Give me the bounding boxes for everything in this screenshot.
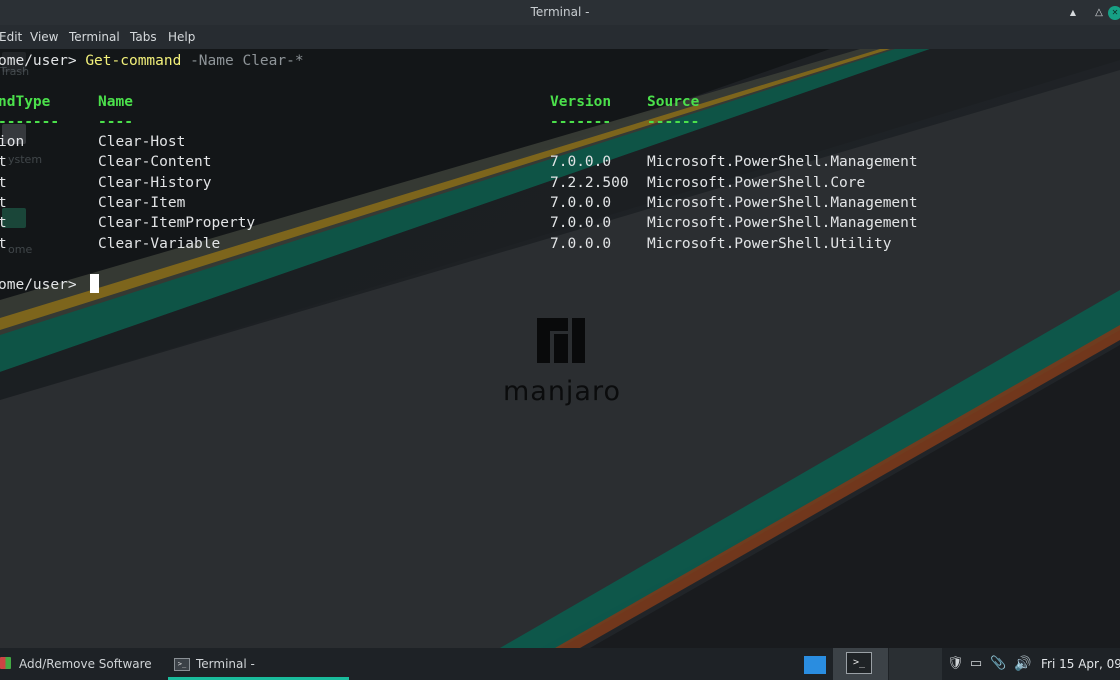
row-version: 7.0.0.0 — [550, 236, 612, 252]
menu-bar: Edit View Terminal Tabs Help — [0, 25, 1120, 49]
header-commandtype: ndType — [0, 94, 51, 110]
row-name: Clear-History — [98, 175, 212, 191]
minimize-icon[interactable]: ▲ — [1062, 0, 1084, 25]
row-source: Microsoft.PowerShell.Management — [647, 154, 918, 170]
maximize-icon[interactable]: △ — [1088, 0, 1110, 25]
row-type: t — [0, 236, 7, 252]
row-version: 7.2.2.500 — [550, 175, 629, 191]
header-version: Version — [550, 94, 612, 110]
command-line: ome/user> Get-command -Name Clear-* — [0, 51, 304, 71]
header-name: Name — [98, 94, 133, 110]
task-label: Add/Remove Software — [19, 657, 152, 671]
underline-name: ---- — [98, 114, 133, 130]
close-icon[interactable]: ✕ — [1108, 6, 1120, 20]
software-icon — [0, 657, 11, 669]
taskbar: Add/Remove Software >_ Terminal - >_ 🛡 ▭… — [0, 648, 1120, 680]
row-version: 7.0.0.0 — [550, 195, 612, 211]
workspace-1[interactable] — [804, 656, 826, 674]
menu-help[interactable]: Help — [168, 25, 195, 49]
row-name: Clear-Content — [98, 154, 212, 170]
menu-tabs[interactable]: Tabs — [130, 25, 157, 49]
row-source: Microsoft.PowerShell.Utility — [647, 236, 892, 252]
workspace-3[interactable] — [889, 648, 942, 680]
volume-icon[interactable]: 🔊 — [1013, 648, 1033, 680]
workspace-2[interactable]: >_ — [833, 648, 888, 680]
row-type: t — [0, 154, 7, 170]
terminal-icon: >_ — [174, 658, 190, 671]
menu-view[interactable]: View — [30, 25, 58, 49]
row-source: Microsoft.PowerShell.Management — [647, 215, 918, 231]
window-titlebar[interactable]: Terminal - ▲ △ ✕ — [0, 0, 1120, 25]
row-version: 7.0.0.0 — [550, 215, 612, 231]
shield-icon[interactable]: 🛡 — [947, 648, 964, 680]
final-prompt: ome/user> — [0, 277, 86, 293]
terminal-icon: >_ — [846, 652, 872, 674]
menu-edit[interactable]: Edit — [0, 25, 22, 49]
row-type: ion — [0, 134, 25, 150]
row-source: Microsoft.PowerShell.Core — [647, 175, 866, 191]
clock[interactable]: Fri 15 Apr, 09: — [1041, 648, 1120, 680]
task-add-remove-software[interactable]: Add/Remove Software — [0, 648, 160, 680]
paperclip-icon[interactable]: 📎 — [990, 648, 1006, 680]
terminal-area[interactable]: ome/user> Get-command -Name Clear-* ndTy… — [0, 49, 1120, 649]
row-source: Microsoft.PowerShell.Management — [647, 195, 918, 211]
header-source: Source — [647, 94, 700, 110]
row-type: t — [0, 175, 7, 191]
row-name: Clear-Host — [98, 134, 186, 150]
row-version: 7.0.0.0 — [550, 154, 612, 170]
menu-terminal[interactable]: Terminal — [69, 25, 120, 49]
row-type: t — [0, 195, 7, 211]
underline-source: ------ — [647, 114, 700, 130]
underline-commandtype: ------- — [0, 114, 60, 130]
text-cursor — [90, 274, 99, 293]
task-label: Terminal - — [196, 657, 255, 671]
command-param: -Name — [181, 53, 234, 69]
row-name: Clear-Item — [98, 195, 186, 211]
underline-version: ------- — [550, 114, 612, 130]
row-name: Clear-ItemProperty — [98, 215, 256, 231]
row-type: t — [0, 215, 7, 231]
command-text: Get-command — [85, 53, 182, 69]
window-title: Terminal - — [530, 5, 590, 19]
row-name: Clear-Variable — [98, 236, 221, 252]
command-value: Clear-* — [233, 53, 304, 69]
task-terminal[interactable]: >_ Terminal - — [168, 648, 349, 680]
prompt: ome/user> — [0, 53, 86, 69]
display-icon[interactable]: ▭ — [968, 648, 984, 680]
